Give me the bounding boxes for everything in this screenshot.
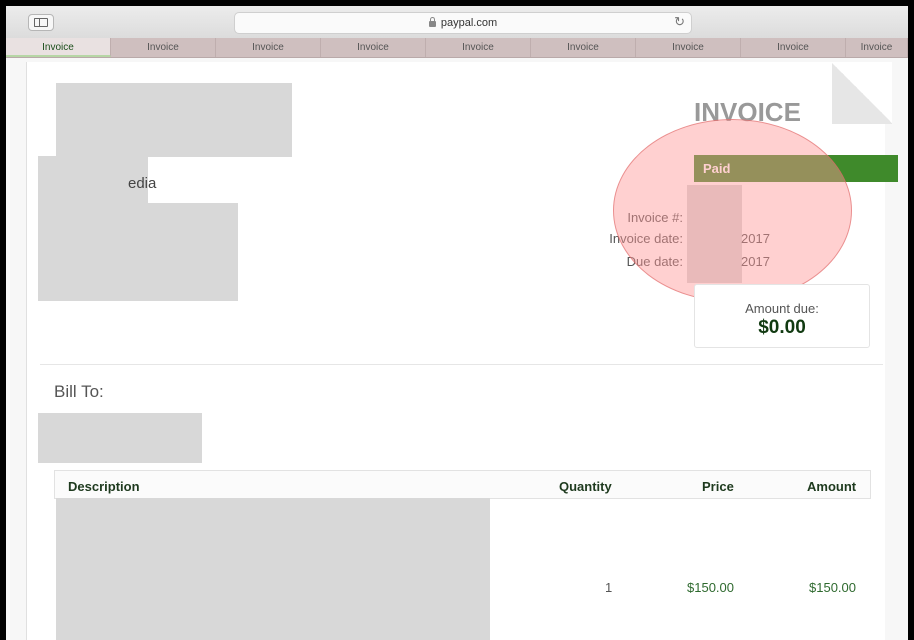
amount-due-label: Amount due: — [745, 301, 819, 316]
tab-bar: Invoice Invoice Invoice Invoice Invoice … — [6, 38, 908, 58]
reload-icon[interactable]: ↻ — [674, 14, 685, 30]
tab-invoice-4[interactable]: Invoice — [321, 38, 426, 57]
column-price: Price — [702, 479, 734, 494]
title-bar: paypal.com ↻ — [6, 6, 908, 39]
tab-invoice-2[interactable]: Invoice — [111, 38, 216, 57]
column-amount: Amount — [807, 479, 857, 494]
address-text: paypal.com — [440, 17, 498, 29]
redacted-logo — [56, 83, 292, 157]
amount-due-value: $0.00 — [758, 317, 806, 338]
lock-icon — [428, 17, 436, 27]
items-table-header: Description Quantity Price Amount — [54, 470, 871, 499]
tab-invoice-9[interactable]: Invoice — [846, 38, 908, 57]
sidebar-toggle-icon[interactable] — [28, 14, 54, 31]
row-price: $150.00 — [687, 580, 734, 595]
redacted-bill-to — [38, 413, 202, 463]
section-divider — [40, 364, 883, 365]
company-name: edia — [128, 175, 157, 192]
row-amount: $150.00 — [809, 580, 856, 595]
redacted-item-description — [56, 498, 490, 640]
column-quantity: Quantity — [559, 479, 612, 494]
page-fold-corner — [832, 62, 892, 124]
column-description: Description — [68, 479, 140, 494]
tab-invoice-3[interactable]: Invoice — [216, 38, 321, 57]
redacted-address-block — [38, 203, 238, 301]
tab-invoice-5[interactable]: Invoice — [426, 38, 531, 57]
tab-invoice-1[interactable]: Invoice — [6, 38, 111, 57]
row-quantity: 1 — [605, 580, 613, 595]
bill-to-heading: Bill To: — [54, 382, 104, 401]
address-bar[interactable]: paypal.com ↻ — [234, 12, 692, 34]
tab-invoice-8[interactable]: Invoice — [741, 38, 846, 57]
tab-invoice-6[interactable]: Invoice — [531, 38, 636, 57]
amount-due-box: Amount due: $0.00 — [694, 284, 870, 348]
tab-invoice-7[interactable]: Invoice — [636, 38, 741, 57]
highlight-circle — [613, 119, 852, 302]
